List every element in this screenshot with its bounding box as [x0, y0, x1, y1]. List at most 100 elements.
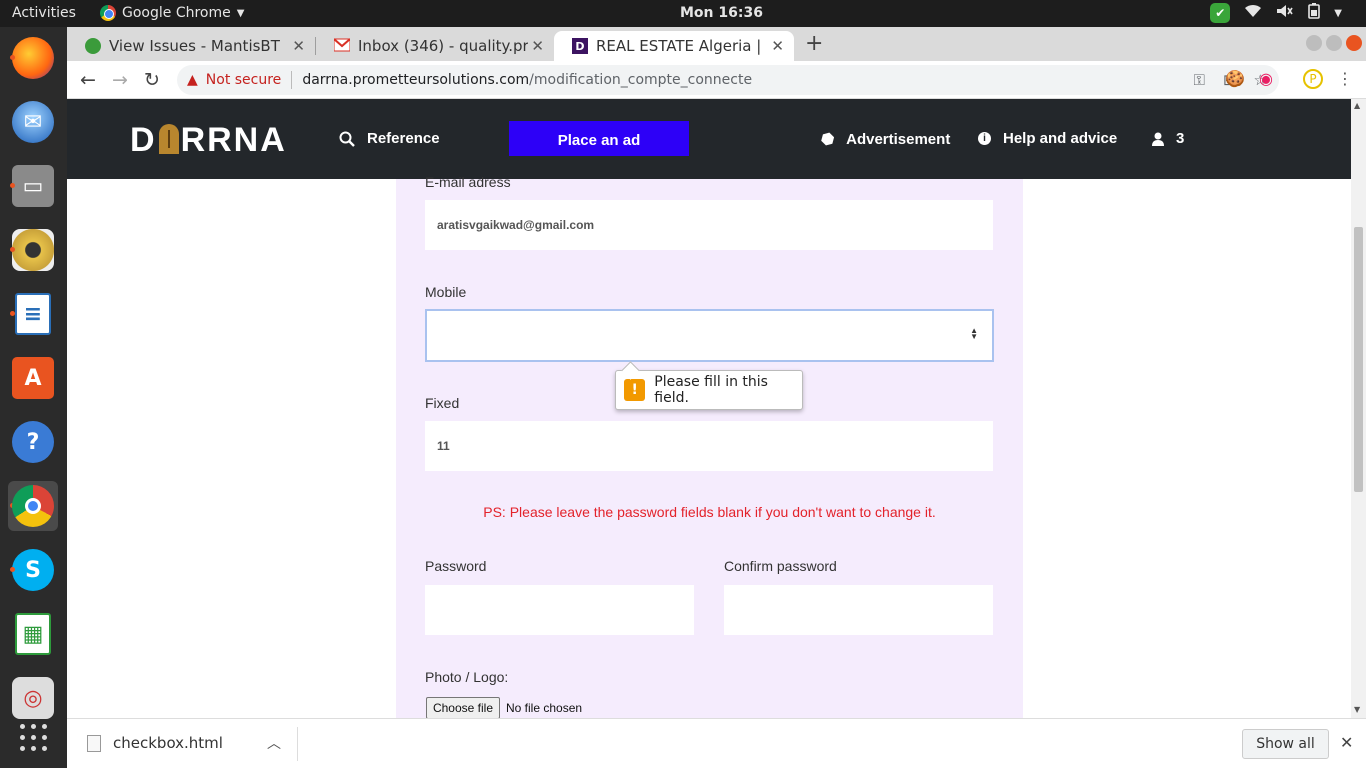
minimize-button[interactable] [1306, 35, 1322, 51]
app-menu[interactable]: Google Chrome ▼ [100, 5, 244, 21]
chrome-menu-icon[interactable]: ⋮ [1337, 69, 1353, 88]
extension-cookie-icon[interactable]: 🍪 [1225, 69, 1245, 88]
address-bar[interactable]: ▲ Not secure darrna.prometteursolutions.… [177, 65, 1279, 95]
logo-text-right: RRNA [180, 121, 287, 159]
user-icon [1152, 132, 1164, 146]
extension-badge-icon[interactable]: ◉ [1259, 69, 1273, 88]
password-notice: PS: Please leave the password fields bla… [483, 504, 936, 520]
extension-p-icon[interactable]: P [1303, 69, 1323, 89]
show-all-button[interactable]: Show all [1242, 729, 1329, 759]
dock-screenshot[interactable]: ◎ [8, 673, 58, 723]
tab-title: View Issues - MantisBT [109, 37, 280, 55]
mobile-label: Mobile [425, 284, 467, 300]
forward-button[interactable]: → [112, 69, 128, 91]
choose-file-button[interactable]: Choose file [426, 697, 500, 718]
nav-user[interactable]: 3 [1152, 130, 1184, 147]
fixed-phone-field[interactable]: 11 [425, 421, 993, 471]
dock-firefox[interactable] [8, 33, 58, 83]
system-menu-chevron-icon: ▼ [1334, 7, 1342, 19]
email-value: aratisvgaikwad@gmail.com [437, 218, 595, 232]
download-divider [297, 727, 298, 761]
thunderbird-icon: ✉ [12, 101, 54, 143]
system-tray[interactable]: ✔ ▼ [1210, 3, 1342, 23]
site-navbar: D RRNA Reference Place an ad ⬢ Advertisem… [67, 99, 1351, 179]
close-tab-icon[interactable]: ✕ [531, 37, 544, 55]
nav-advertisement-label: Advertisement [846, 130, 951, 148]
password-field[interactable] [425, 585, 694, 635]
dock-thunderbird[interactable]: ✉ [8, 97, 58, 147]
address-divider [291, 71, 293, 89]
page-scrollbar[interactable]: ▲ ▼ [1351, 99, 1366, 718]
confirm-password-field[interactable] [724, 585, 993, 635]
confirm-password-label: Confirm password [724, 558, 837, 574]
tag-icon: ⬢ [817, 128, 839, 150]
firefox-icon [12, 37, 54, 79]
rhythmbox-icon [12, 229, 54, 271]
email-field[interactable]: aratisvgaikwad@gmail.com [425, 200, 993, 250]
dock-software[interactable]: A [8, 353, 58, 403]
scroll-up-icon[interactable]: ▲ [1354, 101, 1360, 110]
place-ad-button[interactable]: Place an ad [509, 121, 689, 156]
scrollbar-thumb[interactable] [1354, 227, 1363, 492]
tab-darrna[interactable]: D REAL ESTATE Algeria | Sale ✕ [554, 31, 794, 61]
warning-icon: ! [624, 379, 646, 401]
darrna-logo[interactable]: D RRNA [130, 121, 287, 160]
download-item[interactable]: checkbox.html [87, 734, 223, 752]
key-icon[interactable]: ⚿ [1194, 71, 1205, 89]
user-count: 3 [1176, 130, 1185, 147]
chevron-up-icon[interactable]: ︿ [267, 733, 281, 753]
running-indicator [10, 247, 15, 252]
mobile-field[interactable]: ▲ ▼ [425, 309, 994, 362]
app-menu-label: Google Chrome [122, 5, 231, 21]
activities-button[interactable]: Activities [12, 5, 76, 21]
chrome-icon [100, 5, 116, 21]
close-icon[interactable]: ✕ [1340, 733, 1353, 752]
file-icon [87, 734, 101, 752]
running-indicator [10, 55, 15, 60]
nav-help[interactable]: i Help and advice [978, 130, 1117, 147]
tab-mantis[interactable]: View Issues - MantisBT ✕ [67, 31, 315, 61]
dock-rhythmbox[interactable] [8, 225, 58, 275]
close-window-button[interactable] [1346, 35, 1362, 51]
security-status[interactable]: Not secure [206, 72, 282, 88]
darrna-favicon-icon: D [572, 38, 588, 54]
info-icon: i [978, 132, 991, 145]
tab-title: REAL ESTATE Algeria | Sale [596, 37, 766, 55]
software-center-icon: A [12, 357, 54, 399]
reload-button[interactable]: ↻ [144, 69, 160, 91]
new-tab-button[interactable]: + [805, 31, 823, 56]
skype-icon: S [12, 549, 54, 591]
number-spinner-icon[interactable]: ▲ ▼ [970, 327, 978, 341]
close-tab-icon[interactable]: ✕ [292, 37, 305, 55]
apps-grid-icon [19, 723, 47, 751]
door-icon [158, 124, 179, 154]
url-path: /modification_compte_connecte [529, 72, 753, 88]
maximize-button[interactable] [1326, 35, 1342, 51]
gmail-favicon-icon [333, 38, 351, 54]
dock-calc[interactable]: ▦ [8, 609, 58, 659]
download-filename: checkbox.html [113, 734, 223, 752]
back-button[interactable]: ← [80, 69, 96, 91]
validation-tooltip: ! Please fill in this field. [615, 370, 803, 410]
dock-skype[interactable]: S [8, 545, 58, 595]
tab-title: Inbox (346) - quality.promett [358, 37, 528, 55]
close-tab-icon[interactable]: ✕ [771, 37, 784, 55]
nav-advertisement[interactable]: ⬢ Advertisement [817, 129, 951, 150]
account-edit-form: E-mail adress aratisvgaikwad@gmail.com M… [396, 174, 1023, 718]
dock-help[interactable]: ? [8, 417, 58, 467]
nav-reference[interactable]: Reference [339, 130, 440, 147]
tab-gmail[interactable]: Inbox (346) - quality.promett ✕ [316, 31, 554, 61]
validation-message: Please fill in this field. [654, 374, 768, 406]
fixed-label: Fixed [425, 395, 460, 411]
update-check-icon[interactable]: ✔ [1210, 3, 1231, 23]
show-applications-button[interactable] [8, 717, 58, 757]
dock-files[interactable]: ▭ [8, 161, 58, 211]
clock[interactable]: Mon 16:36 [680, 5, 763, 21]
dock-writer[interactable]: ≡ [8, 289, 58, 339]
dock-chrome[interactable] [8, 481, 58, 531]
scroll-down-icon[interactable]: ▼ [1354, 705, 1360, 714]
system-top-bar: Activities Google Chrome ▼ Mon 16:36 ✔ ▼ [0, 0, 1366, 27]
browser-toolbar: ← → ↻ ▲ Not secure darrna.prometteursolu… [67, 61, 1366, 99]
file-status: No file chosen [506, 701, 583, 715]
running-indicator [10, 183, 15, 188]
